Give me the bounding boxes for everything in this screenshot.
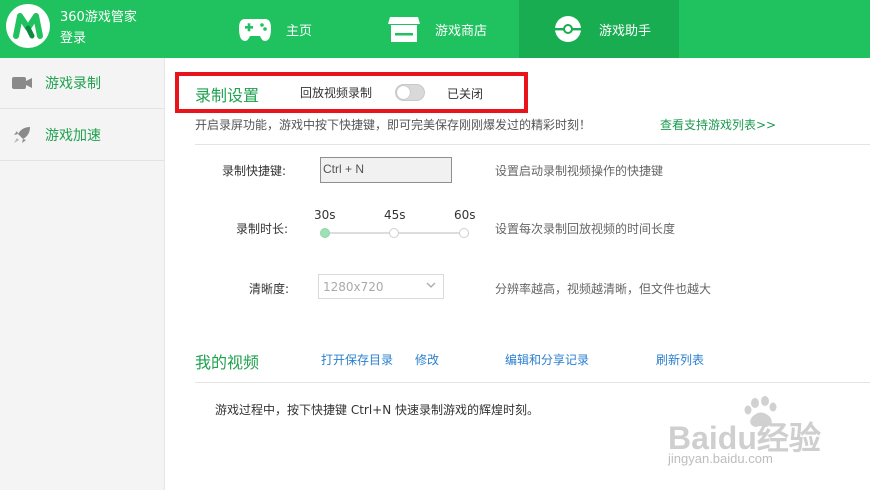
sidebar-item-label: 游戏加速 xyxy=(45,128,101,144)
hotkey-input[interactable]: Ctrl + N xyxy=(320,157,452,183)
duration-tick-45: 45s xyxy=(384,208,406,222)
duration-dot-30[interactable] xyxy=(320,228,330,238)
sidebar-item-recording[interactable]: 游戏录制 xyxy=(0,58,165,109)
sidebar-item-acceleration[interactable]: 游戏加速 xyxy=(0,110,165,161)
tab-store[interactable]: 游戏商店 xyxy=(387,0,519,58)
quality-select-value: 1280x720 xyxy=(323,280,384,294)
watermark-url: jingyan.baidu.com xyxy=(668,451,773,466)
refresh-list-link[interactable]: 刷新列表 xyxy=(656,351,704,368)
quality-desc: 分辨率越高，视频越清晰，但文件也越大 xyxy=(495,282,712,296)
open-folder-link[interactable]: 打开保存目录 xyxy=(321,351,393,368)
quality-select[interactable]: 1280x720 xyxy=(318,274,444,299)
sidebar: 游戏录制 游戏加速 xyxy=(0,58,165,490)
duration-tick-60: 60s xyxy=(454,208,476,222)
tab-assistant[interactable]: 游戏助手 xyxy=(519,0,679,58)
support-games-link[interactable]: 查看支持游戏列表>> xyxy=(660,116,776,133)
duration-dot-60[interactable] xyxy=(459,228,469,238)
duration-tick-30: 30s xyxy=(314,208,336,222)
hotkey-label: 录制快捷键: xyxy=(222,164,287,178)
gamepad-icon xyxy=(238,14,272,44)
modify-link[interactable]: 修改 xyxy=(415,351,439,368)
record-intro-text: 开启录屏功能，游戏中按下快捷键，即可完美保存刚刚爆发过的精彩时刻！ xyxy=(195,118,592,132)
divider xyxy=(195,382,870,383)
duration-label: 录制时长: xyxy=(236,222,289,236)
edit-share-history-link[interactable]: 编辑和分享记录 xyxy=(505,351,589,368)
quality-label: 清晰度: xyxy=(249,282,290,296)
duration-dot-45[interactable] xyxy=(389,228,399,238)
rocket-icon xyxy=(11,125,33,145)
assistant-icon xyxy=(551,14,585,44)
duration-desc: 设置每次录制回放视频的时间长度 xyxy=(495,222,676,236)
highlight-box xyxy=(175,72,528,113)
app-name: 360游戏管家 xyxy=(60,10,137,25)
my-videos-title: 我的视频 xyxy=(195,353,260,372)
tab-store-label: 游戏商店 xyxy=(435,23,488,39)
tab-home[interactable]: 主页 xyxy=(238,0,388,58)
sidebar-item-label: 游戏录制 xyxy=(45,76,101,92)
video-camera-icon xyxy=(11,73,33,93)
top-header: 360游戏管家 登录 主页 游戏商店 游戏助手 xyxy=(0,0,870,58)
baidu-watermark: Baidu经验 jingyan.baidu.com xyxy=(668,395,868,474)
hotkey-desc: 设置启动录制视频操作的快捷键 xyxy=(495,164,664,178)
my-videos-hint: 游戏过程中，按下快捷键 Ctrl+N 快速录制游戏的辉煌时刻。 xyxy=(215,403,540,417)
app-logo xyxy=(6,4,50,48)
tab-assistant-label: 游戏助手 xyxy=(599,23,652,39)
login-link[interactable]: 登录 xyxy=(60,27,86,46)
divider xyxy=(195,144,870,145)
tab-home-label: 主页 xyxy=(286,23,313,39)
chevron-down-icon xyxy=(425,279,437,294)
store-icon xyxy=(387,14,421,44)
